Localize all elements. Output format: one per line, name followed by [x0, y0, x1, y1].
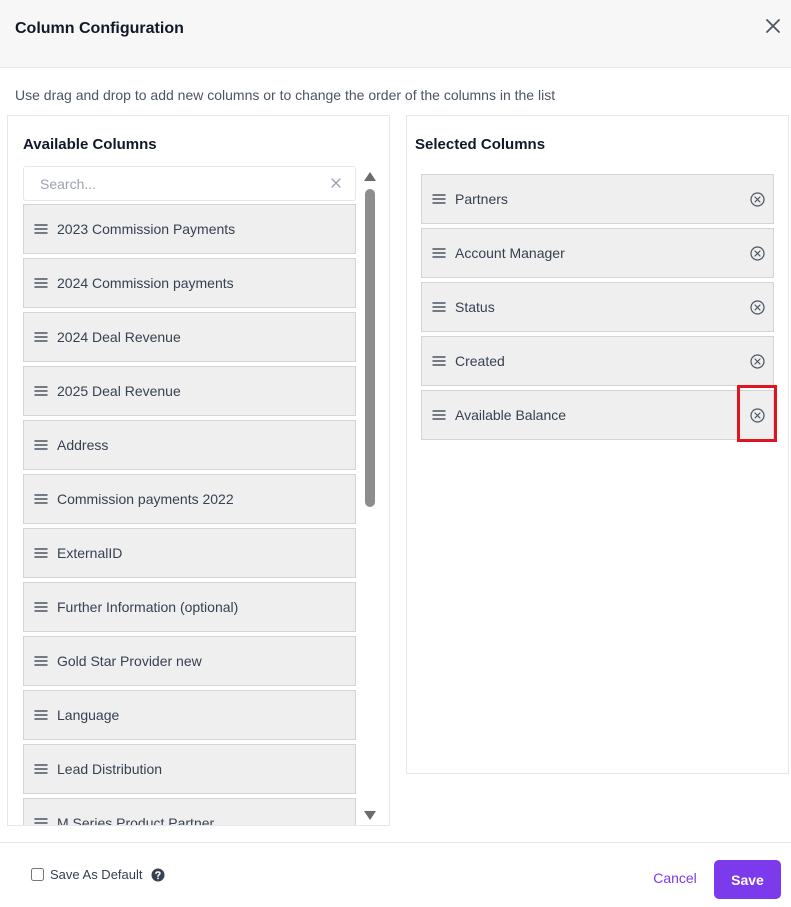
search-input[interactable]	[24, 167, 324, 200]
available-column-item[interactable]: Language	[23, 690, 356, 740]
column-item-label: Created	[455, 353, 505, 369]
available-column-item[interactable]: Lead Distribution	[23, 744, 356, 794]
selected-column-item[interactable]: Available Balance	[421, 390, 774, 440]
remove-circle-icon[interactable]	[750, 408, 765, 423]
column-item-label: Commission payments 2022	[57, 491, 234, 507]
dialog-header: Column Configuration	[0, 0, 791, 68]
remove-circle-icon[interactable]	[750, 300, 765, 315]
drag-handle-icon[interactable]	[34, 763, 48, 775]
remove-circle-icon[interactable]	[750, 246, 765, 261]
selected-columns-panel: Selected Columns Partners Account Manage…	[406, 115, 789, 774]
available-column-item[interactable]: Further Information (optional)	[23, 582, 356, 632]
available-column-item[interactable]: 2024 Deal Revenue	[23, 312, 356, 362]
dialog-title: Column Configuration	[15, 20, 184, 37]
column-item-label: Account Manager	[455, 245, 565, 261]
available-column-item[interactable]: Address	[23, 420, 356, 470]
column-item-label: Further Information (optional)	[57, 599, 239, 615]
column-item-label: Lead Distribution	[57, 761, 163, 777]
dialog-footer: Save As Default Cancel Save	[0, 842, 791, 907]
drag-handle-icon[interactable]	[34, 331, 48, 343]
column-item-label: Status	[455, 299, 495, 315]
column-item-label: ExternalID	[57, 545, 123, 561]
drag-handle-icon[interactable]	[34, 277, 48, 289]
available-list-scrollbar[interactable]	[363, 170, 377, 820]
scroll-up-arrow-icon[interactable]	[364, 172, 376, 181]
drag-handle-icon[interactable]	[34, 601, 48, 613]
clear-search-icon[interactable]	[329, 176, 343, 190]
column-item-label: Available Balance	[455, 407, 567, 423]
column-item-label: 2024 Deal Revenue	[57, 329, 181, 345]
drag-handle-icon[interactable]	[34, 385, 48, 397]
drag-handle-icon[interactable]	[34, 655, 48, 667]
selected-column-item[interactable]: Created	[421, 336, 774, 386]
drag-handle-icon[interactable]	[34, 817, 48, 826]
search-box	[23, 166, 356, 201]
column-item-label: M Series Product Partner	[57, 815, 215, 826]
scroll-down-arrow-icon[interactable]	[364, 811, 376, 820]
available-column-item[interactable]: 2024 Commission payments	[23, 258, 356, 308]
drag-handle-icon[interactable]	[432, 247, 446, 259]
column-item-label: Language	[57, 707, 120, 723]
close-button[interactable]	[763, 16, 783, 36]
drag-handle-icon[interactable]	[34, 709, 48, 721]
drag-handle-icon[interactable]	[34, 547, 48, 559]
column-item-label: 2023 Commission Payments	[57, 221, 236, 237]
drag-handle-icon[interactable]	[34, 439, 48, 451]
save-button[interactable]: Save	[714, 860, 781, 899]
available-columns-heading: Available Columns	[23, 136, 157, 153]
remove-circle-icon[interactable]	[750, 192, 765, 207]
available-column-item[interactable]: Commission payments 2022	[23, 474, 356, 524]
instructions-text: Use drag and drop to add new columns or …	[15, 87, 556, 103]
selected-column-item[interactable]: Status	[421, 282, 774, 332]
selected-columns-list: Partners Account Manager Status Created …	[421, 174, 774, 444]
column-item-label: Partners	[455, 191, 508, 207]
selected-column-item[interactable]: Account Manager	[421, 228, 774, 278]
drag-handle-icon[interactable]	[432, 193, 446, 205]
column-item-label: Address	[57, 437, 109, 453]
column-item-label: 2025 Deal Revenue	[57, 383, 181, 399]
close-icon	[766, 19, 780, 33]
available-columns-panel: Available Columns 2023 Commission Paymen…	[7, 115, 390, 826]
available-column-item[interactable]: ExternalID	[23, 528, 356, 578]
column-item-label: Gold Star Provider new	[57, 653, 202, 669]
drag-handle-icon[interactable]	[432, 355, 446, 367]
question-circle-icon[interactable]	[151, 868, 165, 882]
save-as-default-label: Save As Default	[50, 867, 143, 882]
cancel-button[interactable]: Cancel	[640, 859, 710, 897]
drag-handle-icon[interactable]	[34, 493, 48, 505]
scroll-thumb[interactable]	[365, 189, 375, 507]
available-column-item[interactable]: Gold Star Provider new	[23, 636, 356, 686]
selected-columns-heading: Selected Columns	[415, 136, 546, 153]
available-column-item[interactable]: 2025 Deal Revenue	[23, 366, 356, 416]
drag-handle-icon[interactable]	[34, 223, 48, 235]
save-as-default-checkbox[interactable]	[31, 868, 44, 881]
drag-handle-icon[interactable]	[432, 409, 446, 421]
available-column-item[interactable]: 2023 Commission Payments	[23, 204, 356, 254]
remove-circle-icon[interactable]	[750, 354, 765, 369]
available-columns-list: 2023 Commission Payments 2024 Commission…	[23, 204, 356, 826]
save-as-default-control[interactable]: Save As Default	[31, 867, 165, 882]
available-column-item[interactable]: M Series Product Partner	[23, 798, 356, 826]
column-item-label: 2024 Commission payments	[57, 275, 234, 291]
selected-column-item[interactable]: Partners	[421, 174, 774, 224]
drag-handle-icon[interactable]	[432, 301, 446, 313]
